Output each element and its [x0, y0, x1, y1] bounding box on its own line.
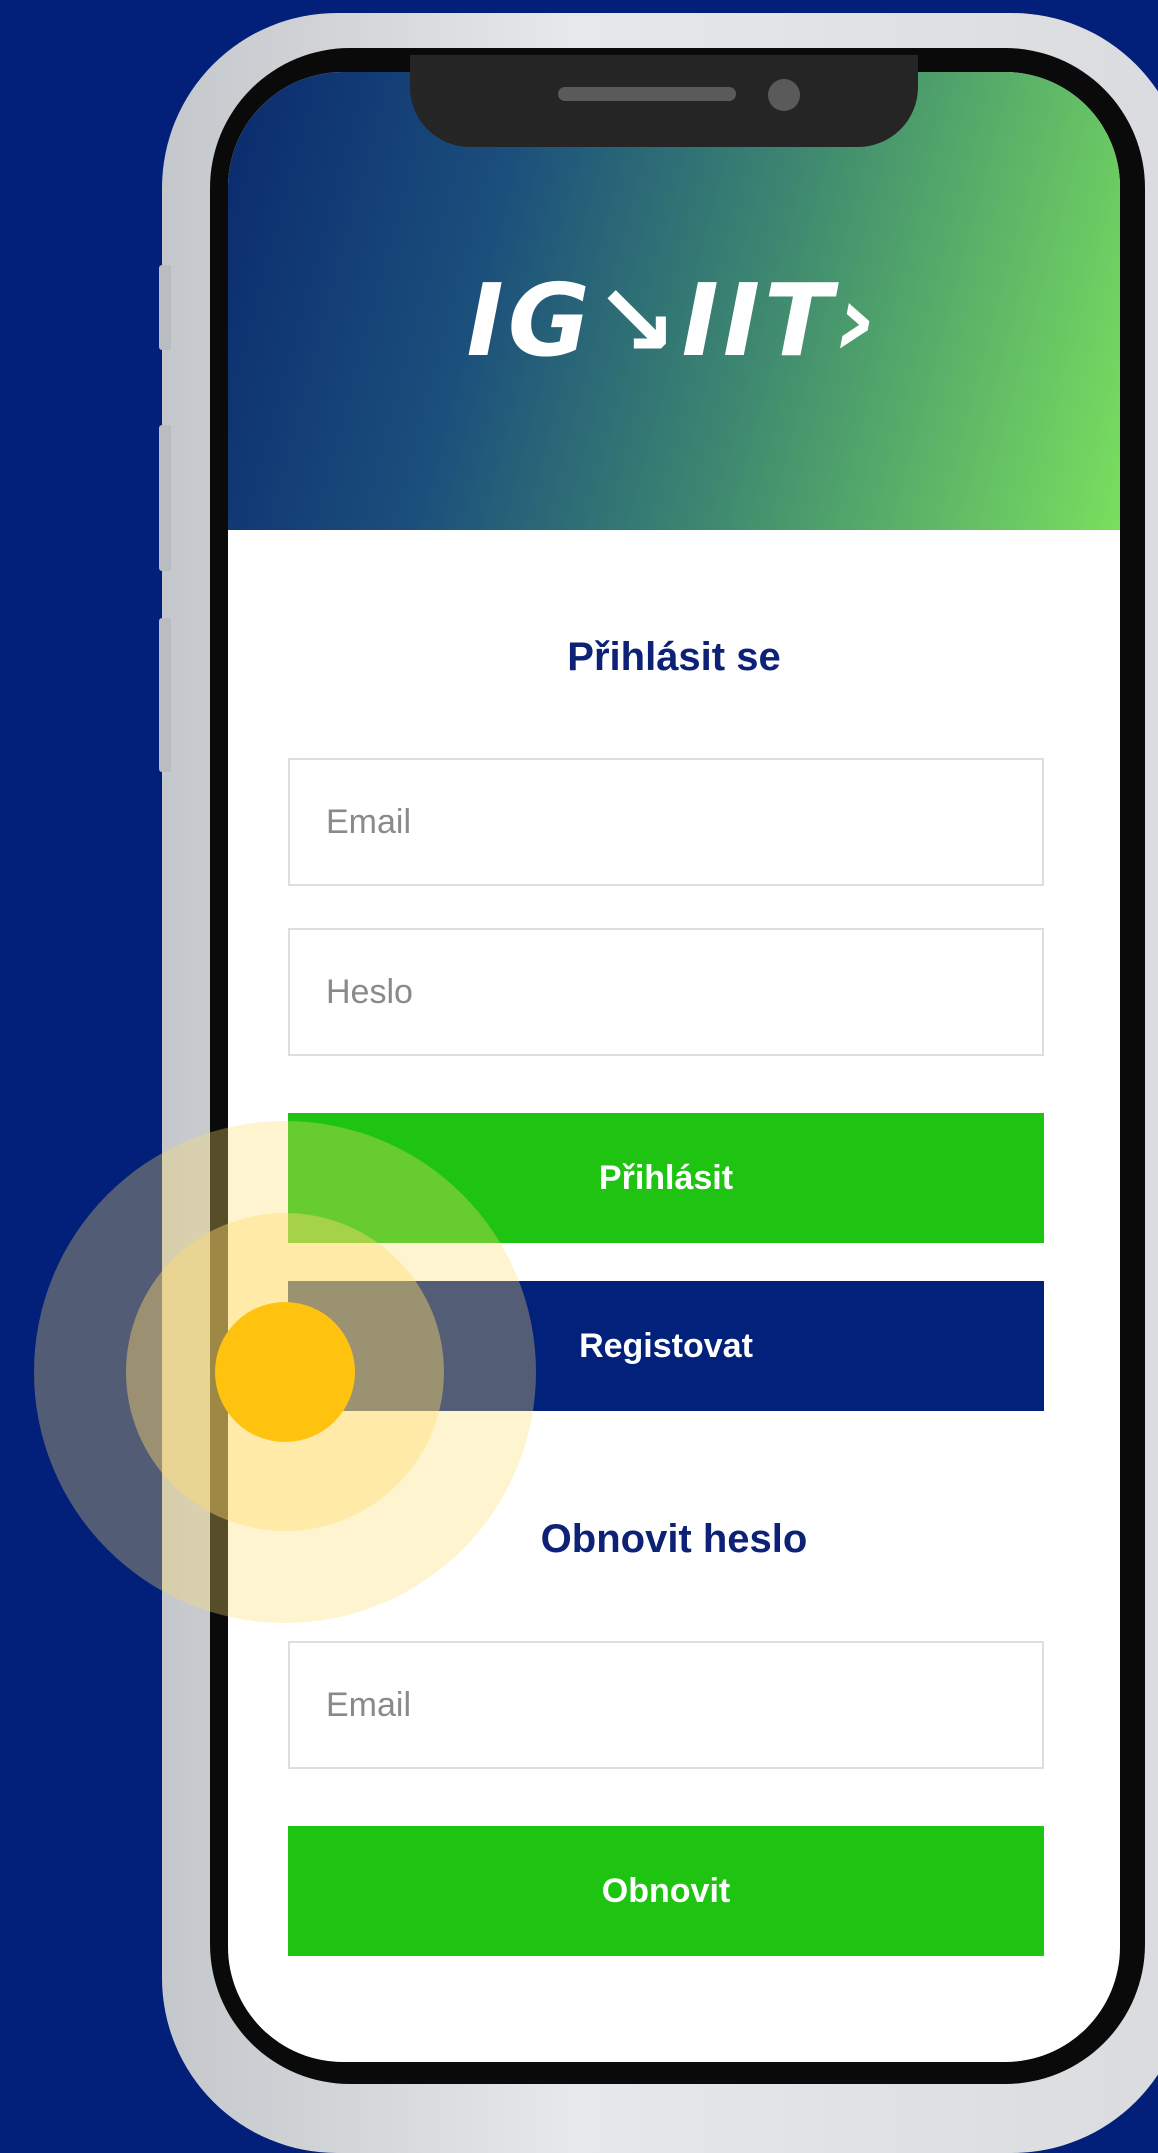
phone-side-button-mute [159, 265, 171, 350]
login-email-field[interactable] [288, 758, 1044, 886]
app-logo: IG↘IIT› [466, 262, 882, 379]
reset-button[interactable]: Obnovit [288, 1826, 1044, 1956]
phone-side-button-volume-down [159, 618, 171, 772]
phone-screen: IG↘IIT› Přihlásit se Přihlásit Registova… [228, 72, 1120, 2062]
phone-side-button-volume-up [159, 425, 171, 571]
reset-email-field[interactable] [288, 1641, 1044, 1769]
phone-notch [410, 55, 918, 147]
login-password-field[interactable] [288, 928, 1044, 1056]
notch-speaker-icon [558, 87, 736, 101]
camera-icon [768, 79, 800, 111]
tap-indicator-icon [215, 1302, 355, 1442]
login-title: Přihlásit se [567, 635, 781, 679]
